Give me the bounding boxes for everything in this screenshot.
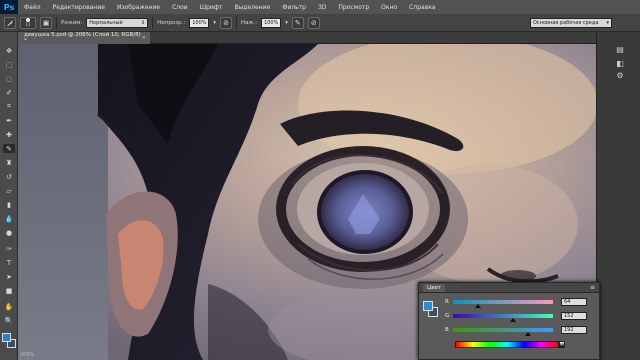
green-channel-label: G — [445, 313, 450, 319]
marquee-tool-icon[interactable]: ⬚ — [3, 60, 15, 69]
workspace-select[interactable]: Основная рабочая среда ▾ — [530, 18, 612, 28]
path-select-icon[interactable]: ➤ — [3, 272, 15, 281]
airbrush-icon[interactable]: ✎ — [291, 16, 304, 29]
brush-tool-icon[interactable]: ✎ — [3, 144, 15, 153]
quick-select-icon[interactable]: ✐ — [3, 88, 15, 97]
green-slider-track[interactable] — [453, 314, 553, 318]
chevron-down-icon: ⇕ — [141, 19, 146, 26]
color-panel: Цвет ≡ R 64 G 152 B 192 — [418, 282, 600, 360]
document-tab-bar: девушка 5.psd @ 206% (Слой 10, RGB/8) * … — [18, 32, 596, 44]
separator — [236, 16, 237, 29]
menu-help[interactable]: Справка — [403, 4, 441, 11]
blue-slider-track[interactable] — [453, 328, 553, 332]
zoom-status: 206% — [20, 352, 35, 358]
brush-preset-icon[interactable] — [4, 16, 16, 29]
eyedropper-icon[interactable]: ✒ — [3, 116, 15, 125]
color-panel-tab[interactable]: Цвет — [423, 283, 446, 292]
zoom-tool-icon[interactable]: 🔍 — [3, 316, 15, 325]
panel-menu-icon[interactable]: ≡ — [590, 284, 595, 291]
red-slider-track[interactable] — [453, 300, 553, 304]
panel-icons-dock: ▤ ◧ ⚙ — [604, 32, 640, 92]
opacity-label: Непрозр.: — [157, 19, 186, 26]
red-slider-row: R 64 — [445, 298, 595, 308]
menu-type[interactable]: Шрифт — [194, 4, 229, 11]
black-white-ramp[interactable] — [559, 341, 565, 348]
color-spectrum-bar[interactable] — [455, 341, 559, 348]
document-tab-title: девушка 5.psd @ 206% (Слой 10, RGB/8) * — [24, 32, 141, 44]
dodge-icon[interactable]: ● — [3, 228, 15, 237]
menu-3d[interactable]: 3D — [312, 4, 332, 11]
brush-size-picker[interactable]: 11 — [20, 16, 36, 29]
brush-panel-toggle-icon[interactable]: ▣ — [40, 16, 52, 29]
pressure-field[interactable]: 100% — [261, 17, 282, 28]
close-icon[interactable]: × — [141, 35, 146, 41]
separator — [152, 16, 154, 29]
menu-filter[interactable]: Фильтр — [276, 4, 312, 11]
photoshop-logo: Ps — [0, 0, 18, 14]
workspace-value: Основная рабочая среда — [533, 20, 599, 26]
clone-stamp-icon[interactable]: ♜ — [3, 158, 15, 167]
chevron-down-icon[interactable]: ▾ — [285, 20, 288, 26]
blue-channel-label: B — [445, 327, 449, 333]
menu-bar: Ps Файл Редактирование Изображение Слои … — [0, 0, 640, 14]
blue-slider-row: B 192 — [445, 326, 595, 336]
green-slider-knob[interactable] — [510, 318, 516, 322]
blur-icon[interactable]: 💧 — [3, 214, 15, 223]
red-slider-knob[interactable] — [475, 304, 481, 308]
layers-panel-icon[interactable]: ◧ — [614, 58, 626, 68]
tools-panel: ✥ ⬚ ◌ ✐ ⌗ ✒ ✚ ✎ ♜ ↺ ▱ ▮ 💧 ● ✑ T ➤ ■ ✋ 🔍 — [0, 32, 18, 360]
hand-tool-icon[interactable]: ✋ — [3, 302, 15, 311]
eraser-icon[interactable]: ▱ — [3, 186, 15, 195]
menu-file[interactable]: Файл — [18, 4, 47, 11]
menu-edit[interactable]: Редактирование — [47, 4, 111, 11]
crop-tool-icon[interactable]: ⌗ — [3, 102, 15, 111]
separator — [56, 16, 57, 29]
lasso-tool-icon[interactable]: ◌ — [3, 74, 15, 83]
opacity-field[interactable]: 100% — [189, 17, 210, 28]
menu-window[interactable]: Окно — [375, 4, 403, 11]
color-panel-header: Цвет ≡ — [419, 283, 599, 293]
menu-image[interactable]: Изображение — [111, 4, 166, 11]
blue-slider-knob[interactable] — [525, 332, 531, 336]
adjustments-panel-icon[interactable]: ⚙ — [614, 70, 626, 80]
options-bar: 11 ▣ Режим: Нормальный ⇕ Непрозр.: 100% … — [0, 14, 640, 32]
history-brush-icon[interactable]: ↺ — [3, 172, 15, 181]
pressure-label: Наж.: — [241, 19, 258, 26]
color-panel-foreground-swatch[interactable] — [423, 301, 433, 311]
foreground-color-swatch[interactable] — [2, 333, 11, 342]
green-value-field[interactable]: 152 — [561, 312, 587, 320]
menu-select[interactable]: Выделение — [228, 4, 276, 11]
red-value-field[interactable]: 64 — [561, 298, 587, 306]
blue-value-field[interactable]: 192 — [561, 326, 587, 334]
gradient-icon[interactable]: ▮ — [3, 200, 15, 209]
mode-label: Режим: — [61, 19, 83, 26]
pressure-size-icon[interactable]: ⊘ — [307, 16, 320, 29]
type-tool-icon[interactable]: T — [3, 258, 15, 267]
move-tool-icon[interactable]: ✥ — [3, 46, 15, 55]
shape-tool-icon[interactable]: ■ — [3, 286, 15, 295]
brush-size-value: 11 — [25, 22, 31, 27]
document-tab[interactable]: девушка 5.psd @ 206% (Слой 10, RGB/8) * … — [18, 32, 150, 44]
history-panel-icon[interactable]: ▤ — [614, 44, 626, 54]
pressure-opacity-icon[interactable]: ⊘ — [220, 16, 232, 29]
menu-layers[interactable]: Слои — [166, 4, 194, 11]
mode-value: Нормальный — [89, 19, 123, 26]
mode-select[interactable]: Нормальный ⇕ — [86, 17, 149, 28]
pen-tool-icon[interactable]: ✑ — [3, 244, 15, 253]
green-slider-row: G 152 — [445, 312, 595, 322]
menu-view[interactable]: Просмотр — [332, 4, 375, 11]
red-channel-label: R — [445, 299, 449, 305]
chevron-down-icon[interactable]: ▾ — [213, 20, 216, 26]
healing-brush-icon[interactable]: ✚ — [3, 130, 15, 139]
chevron-down-icon: ▾ — [606, 20, 609, 26]
